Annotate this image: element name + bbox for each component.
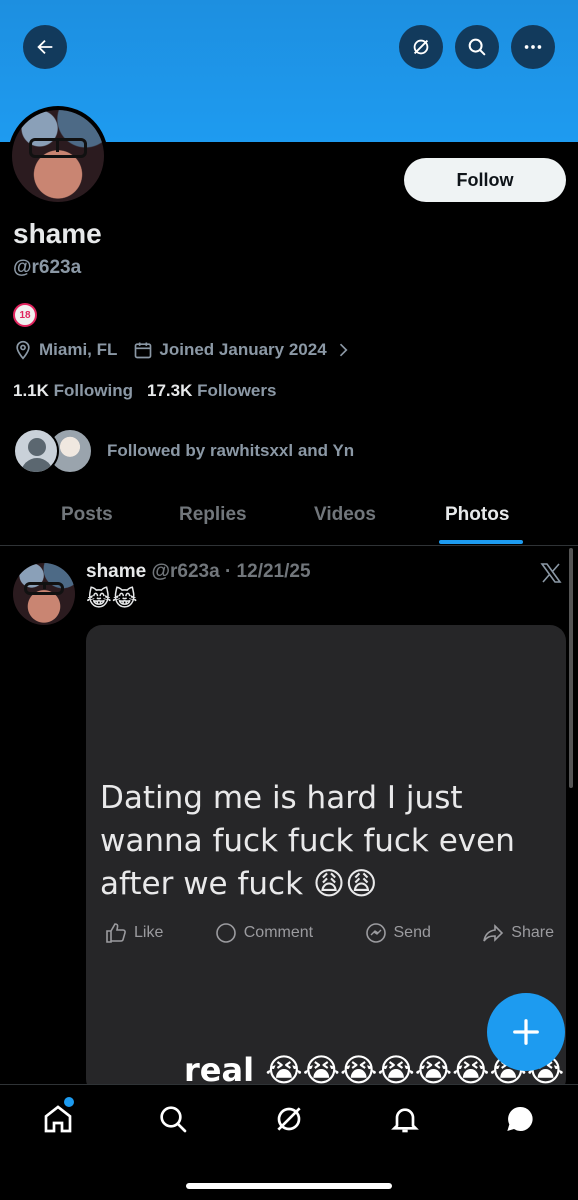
notification-dot [64,1097,74,1107]
search-icon [468,38,486,56]
search-icon [160,1106,187,1133]
more-icon [524,45,542,49]
meme-comment: Comment [214,921,313,945]
profile-tabs: Posts Replies Videos Photos [0,496,578,546]
adult-content-icon: 18 [13,303,37,327]
followers-link[interactable]: 17.3K Followers [147,381,276,401]
tab-posts[interactable]: Posts [61,504,113,526]
home-icon [44,1105,72,1133]
meme-actions: Like Comment Send Share [104,921,554,945]
back-button[interactable] [23,25,67,69]
arrow-left-icon [37,39,53,55]
thumbs-up-icon [106,923,126,943]
calendar-icon [135,342,152,359]
nav-search[interactable] [157,1103,189,1135]
followed-by[interactable]: Followed by rawhitsxxl and Yn [13,428,354,474]
tab-photos[interactable]: Photos [445,504,509,526]
chevron-right-icon[interactable] [333,340,353,360]
compose-post-button[interactable] [487,993,565,1071]
nav-home[interactable] [42,1103,74,1135]
tab-replies[interactable]: Replies [179,504,247,526]
more-button[interactable] [511,25,555,69]
avatar-image [12,110,104,202]
meme-share: Share [481,921,554,945]
location-text: Miami, FL [39,340,118,359]
post-meta: @r623a · 12/21/25 [151,561,311,582]
following-link[interactable]: 1.1K Following [13,381,133,401]
meme-send: Send [364,921,431,945]
bottom-nav [0,1084,578,1200]
chat-bubble-icon [507,1106,533,1131]
plus-icon [513,1019,539,1045]
meme-text: Dating me is hard I just wanna fuck fuck… [100,780,515,902]
post-text: 😹😹 [86,586,138,611]
profile-meta: Miami, FL Joined January 2024 [13,340,353,360]
post-author-name[interactable]: shame [86,561,146,582]
share-icon [483,924,504,942]
post-avatar[interactable] [13,563,75,625]
grok-button[interactable] [399,25,443,69]
followed-by-text: Followed by rawhitsxxl and Yn [107,441,355,460]
grok-icon [413,39,429,55]
follow-button[interactable]: Follow [404,158,566,202]
follow-stats: 1.1K Following 17.3K Followers [13,381,276,401]
search-button[interactable] [455,25,499,69]
post-header: shame @r623a · 12/21/25 [86,561,311,583]
active-tab-indicator [439,540,523,544]
nav-messages[interactable] [504,1103,536,1135]
grok-icon [277,1107,301,1131]
scrollbar[interactable] [569,548,573,788]
joined-text[interactable]: Joined January 2024 [159,340,326,360]
nav-grok[interactable] [273,1103,305,1135]
tab-videos[interactable]: Videos [314,504,376,526]
bell-icon [391,1108,419,1133]
post[interactable]: shame @r623a · 12/21/25 😹😹 Dating me is … [0,548,578,1095]
comment-icon [215,923,236,943]
location-icon [16,340,30,360]
home-indicator [186,1183,392,1189]
follower-avatar [13,428,59,474]
messenger-icon [365,923,386,943]
meme-like: Like [104,921,163,945]
x-logo-icon [540,563,562,583]
profile-handle: @r623a [13,257,82,278]
profile-name: shame [13,218,102,249]
nav-notifications[interactable] [389,1103,421,1135]
profile-avatar[interactable] [8,106,108,206]
